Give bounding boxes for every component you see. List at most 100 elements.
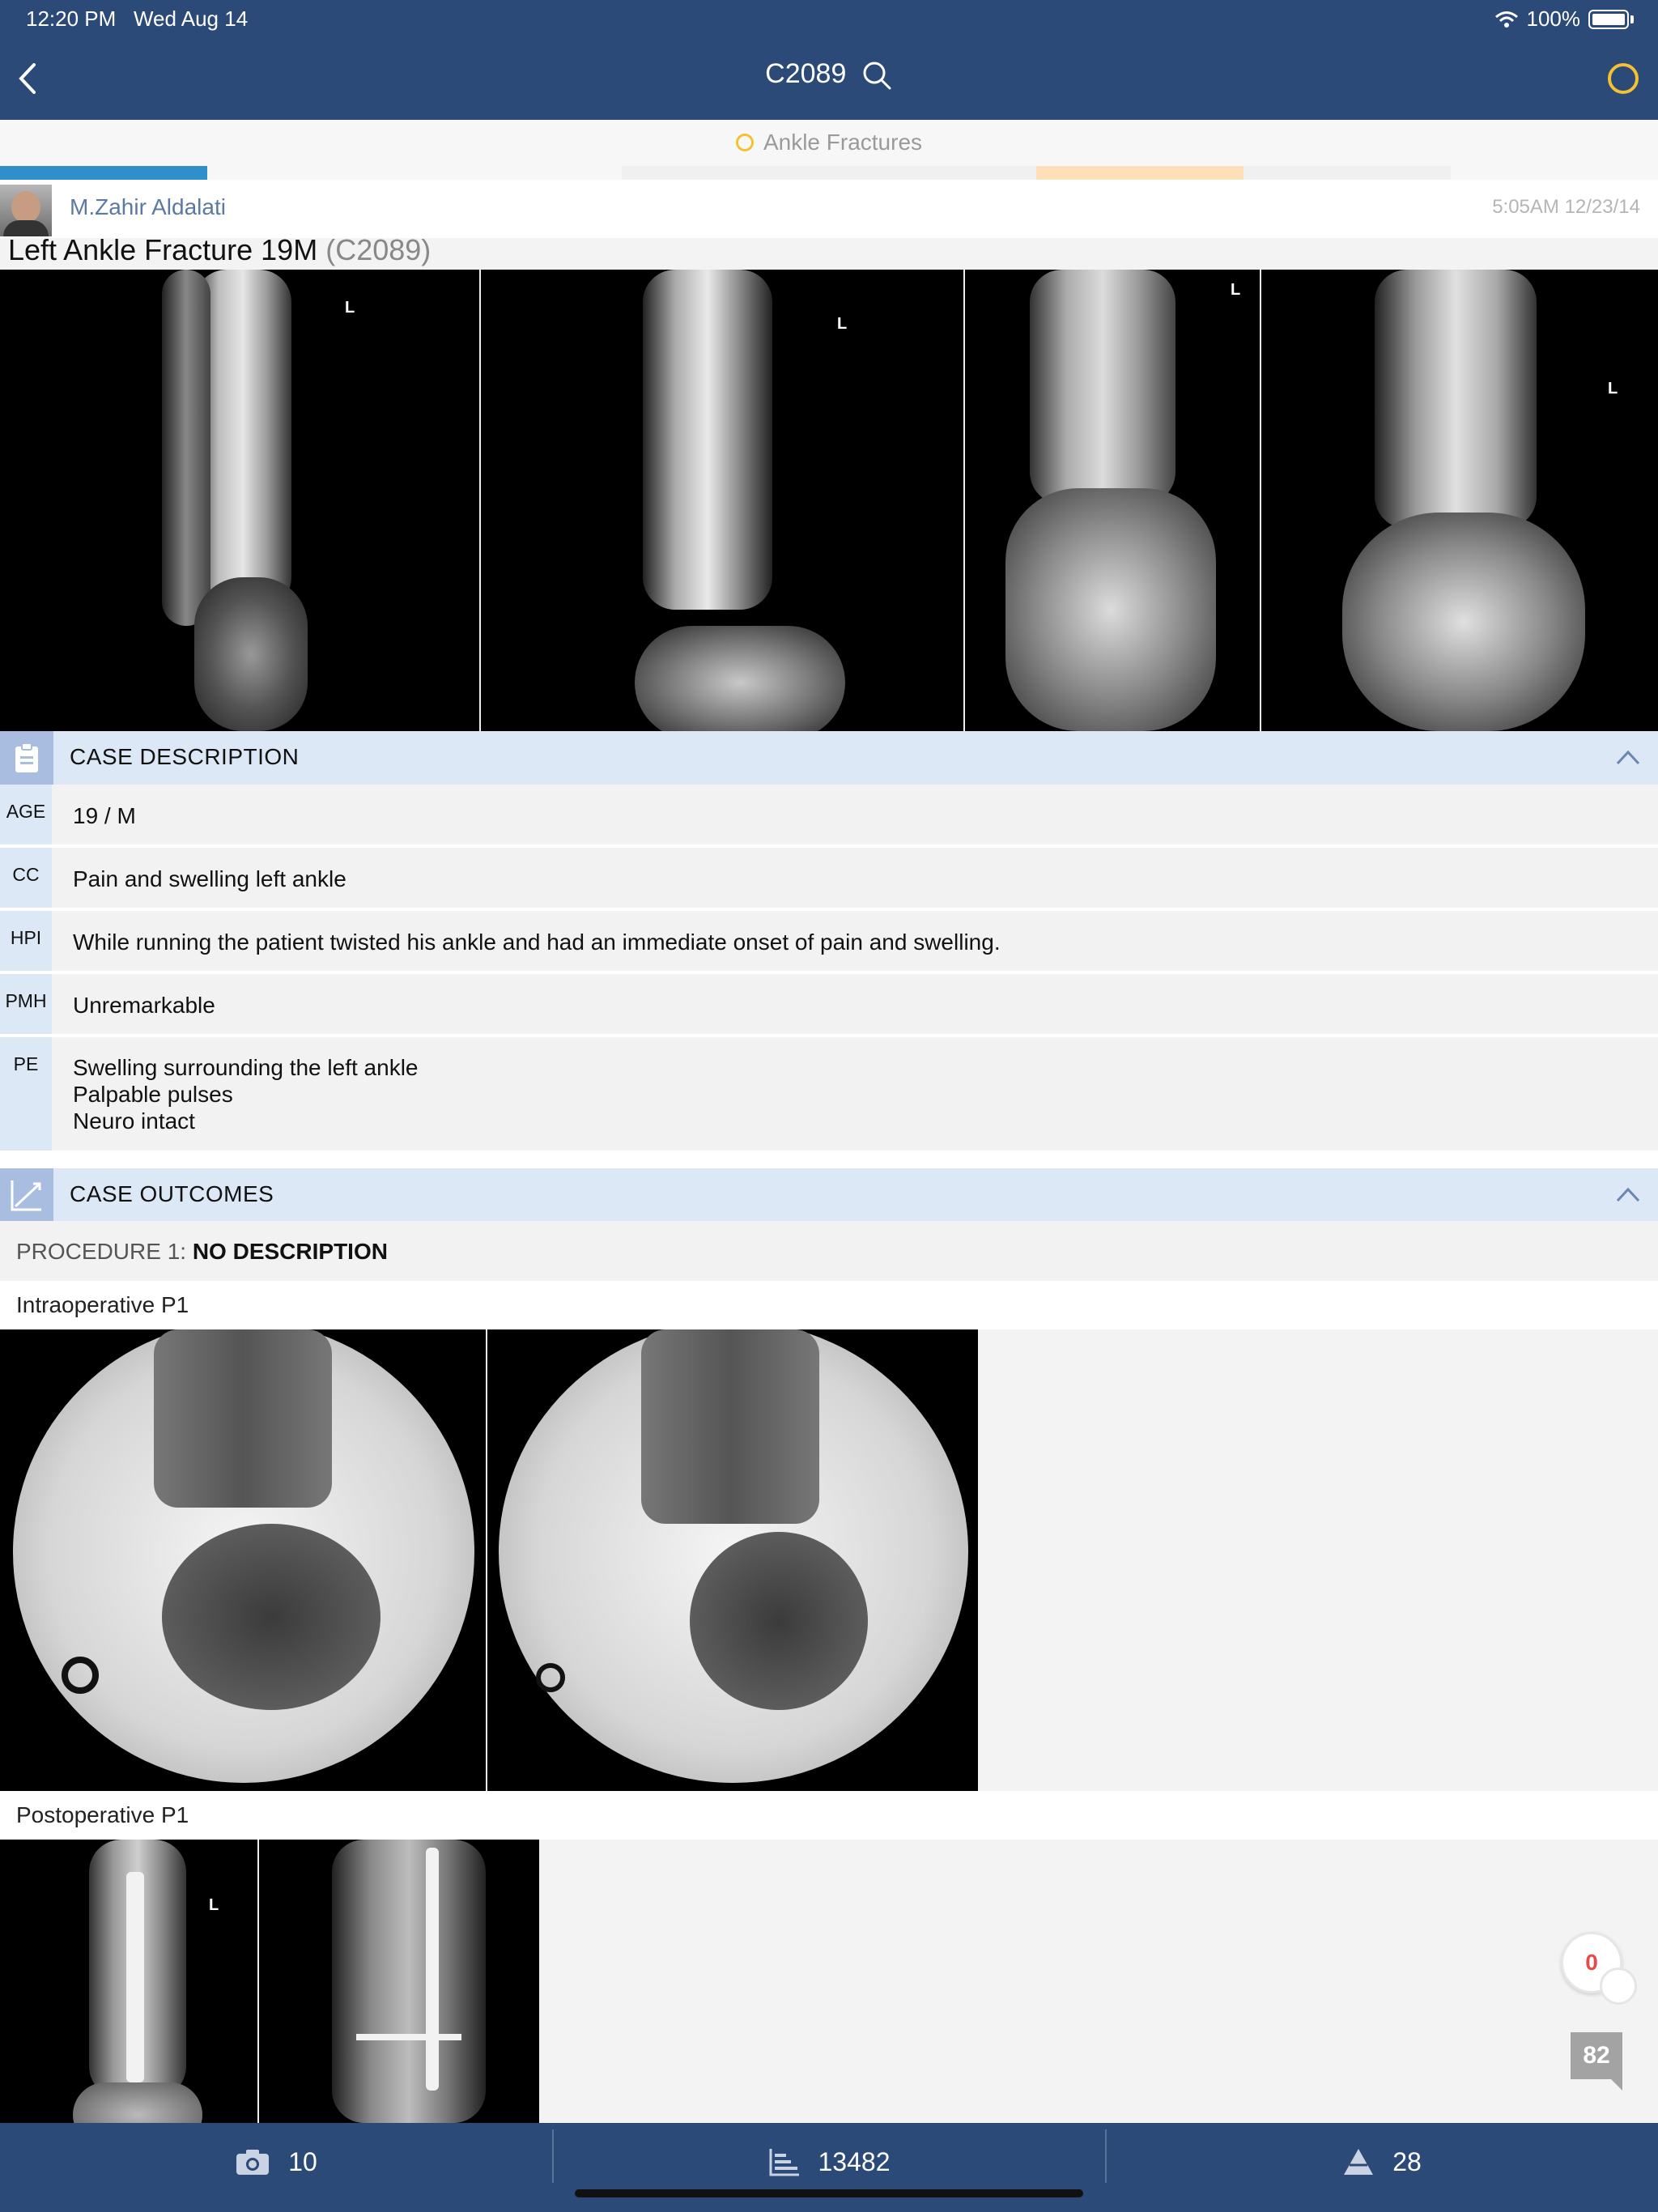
xray-marker: L — [209, 1896, 219, 1914]
intraop-label-row: Intraoperative P1 — [0, 1281, 1658, 1329]
bottom-tabbar: 10 13482 28 — [0, 2123, 1658, 2212]
post-timestamp: 5:05AM 12/23/14 — [1492, 196, 1640, 218]
postop-image-strip: L — [0, 1840, 539, 2123]
xray-marker: L — [837, 315, 848, 333]
status-date: Wed Aug 14 — [133, 6, 249, 31]
desc-row-pe: PE Swelling surrounding the left ankle P… — [0, 1037, 1658, 1151]
case-code: (C2089) — [325, 233, 432, 266]
talus-shape — [194, 577, 308, 731]
desc-value: Pain and swelling left ankle — [73, 866, 346, 891]
talus-shape — [73, 2082, 202, 2123]
status-bar-right: 100% — [1494, 6, 1634, 32]
ring-marker — [62, 1657, 99, 1694]
battery-icon — [1588, 9, 1629, 29]
chevron-up-icon[interactable] — [1616, 1185, 1640, 1204]
battery-percent: 100% — [1526, 6, 1581, 31]
status-ring-icon[interactable] — [1608, 63, 1639, 94]
desc-key: CC — [0, 848, 52, 908]
desc-row-cc: CC Pain and swelling left ankle — [0, 848, 1658, 908]
like-circle-icon[interactable] — [1600, 1967, 1637, 2005]
xray-image[interactable]: L — [481, 270, 965, 731]
case-code-title: C2089 — [765, 58, 847, 89]
desc-row-age: AGE 19 / M — [0, 785, 1658, 844]
procedure-text: PROCEDURE 1: NO DESCRIPTION — [16, 1239, 388, 1265]
intraop-label: Intraoperative P1 — [16, 1292, 189, 1317]
desc-key: PE — [0, 1037, 52, 1151]
tibia-shape — [643, 270, 772, 610]
comment-count-badge[interactable]: 82 — [1571, 2032, 1622, 2091]
nav-title[interactable]: C2089 — [0, 58, 1658, 91]
photo-count: 10 — [288, 2147, 317, 2176]
case-description-header[interactable]: CASE DESCRIPTION — [0, 731, 1658, 785]
tab-rank[interactable]: 28 — [1106, 2123, 1658, 2212]
progress-segment-empty — [1244, 166, 1451, 180]
xray-marker: L — [1608, 380, 1618, 398]
clipboard-icon — [0, 731, 53, 785]
author-row: M.Zahir Aldalati 5:05AM 12/23/14 — [0, 180, 1658, 238]
author-name[interactable]: M.Zahir Aldalati — [70, 194, 226, 220]
status-time: 12:20 PM — [26, 6, 117, 31]
desc-key: HPI — [0, 911, 52, 971]
section-title: CASE DESCRIPTION — [70, 744, 300, 769]
progress-segment-blue — [0, 166, 207, 180]
preop-image-strip: L L L L — [0, 270, 1658, 731]
section-gap — [0, 1151, 1658, 1168]
plate-implant — [426, 1848, 439, 2091]
view-count: 13482 — [818, 2147, 891, 2176]
tibia-shape — [641, 1329, 819, 1524]
category-label[interactable]: Ankle Fractures — [0, 130, 1658, 155]
procedure-description: NO DESCRIPTION — [192, 1239, 388, 1264]
calcaneus-shape — [635, 626, 845, 731]
section-title: CASE OUTCOMES — [70, 1181, 274, 1206]
talus-shape — [690, 1532, 868, 1710]
case-title: Left Ankle Fracture 19M (C2089) — [8, 233, 431, 267]
desc-value: 19 / M — [73, 803, 136, 828]
case-title-text: Left Ankle Fracture 19M — [8, 233, 318, 266]
ring-marker — [536, 1663, 565, 1692]
category-dot-icon — [735, 133, 754, 151]
fluoro-image[interactable] — [487, 1329, 978, 1791]
progress-segment-peach — [1036, 166, 1244, 180]
tibia-shape — [1375, 270, 1537, 529]
xray-image[interactable]: L — [965, 270, 1261, 731]
desc-key: AGE — [0, 785, 52, 844]
xray-image[interactable]: L — [0, 270, 481, 731]
avatar[interactable] — [0, 185, 52, 236]
intraop-image-strip — [0, 1329, 978, 1791]
chevron-up-icon[interactable] — [1616, 747, 1640, 767]
progress-segment-empty — [622, 166, 1036, 180]
case-outcomes-header[interactable]: CASE OUTCOMES — [0, 1168, 1658, 1222]
postop-label: Postoperative P1 — [16, 1802, 189, 1827]
desc-key: PMH — [0, 974, 52, 1034]
app-root: 12:20 PM Wed Aug 14 100% C2089 Ankle Fra… — [0, 0, 1658, 2212]
foot-shape — [1342, 513, 1585, 731]
plate-implant — [126, 1872, 144, 2082]
tibia-shape — [1030, 270, 1175, 504]
line-chart-icon — [0, 1168, 53, 1222]
fibula-shape — [162, 270, 210, 626]
xray-image[interactable] — [259, 1840, 539, 2123]
fluoro-image[interactable] — [0, 1329, 487, 1791]
search-icon[interactable] — [861, 59, 893, 91]
foot-shape — [1005, 488, 1216, 731]
avatar-face — [11, 191, 40, 223]
tab-views[interactable]: 13482 — [553, 2123, 1105, 2212]
nav-header: 12:20 PM Wed Aug 14 100% C2089 — [0, 0, 1658, 120]
talus-shape — [162, 1524, 380, 1710]
tab-photos[interactable]: 10 — [0, 2123, 552, 2212]
rank-count: 28 — [1392, 2147, 1422, 2176]
xray-image[interactable]: L — [1261, 270, 1658, 731]
battery-tip — [1630, 15, 1634, 23]
xray-marker: L — [345, 299, 355, 317]
xray-marker: L — [1231, 281, 1241, 299]
tibia-shape — [332, 1840, 486, 2123]
desc-value: While running the patient twisted his an… — [73, 929, 1001, 955]
pyramid-icon — [1344, 2149, 1374, 2175]
category-text: Ankle Fractures — [763, 130, 923, 155]
xray-image[interactable]: L — [0, 1840, 259, 2123]
procedure-prefix: PROCEDURE 1: — [16, 1239, 193, 1264]
progress-segment-empty — [207, 166, 622, 180]
home-indicator[interactable] — [575, 2189, 1083, 2197]
desc-row-hpi: HPI While running the patient twisted hi… — [0, 911, 1658, 971]
procedure-row: PROCEDURE 1: NO DESCRIPTION — [0, 1221, 1658, 1281]
